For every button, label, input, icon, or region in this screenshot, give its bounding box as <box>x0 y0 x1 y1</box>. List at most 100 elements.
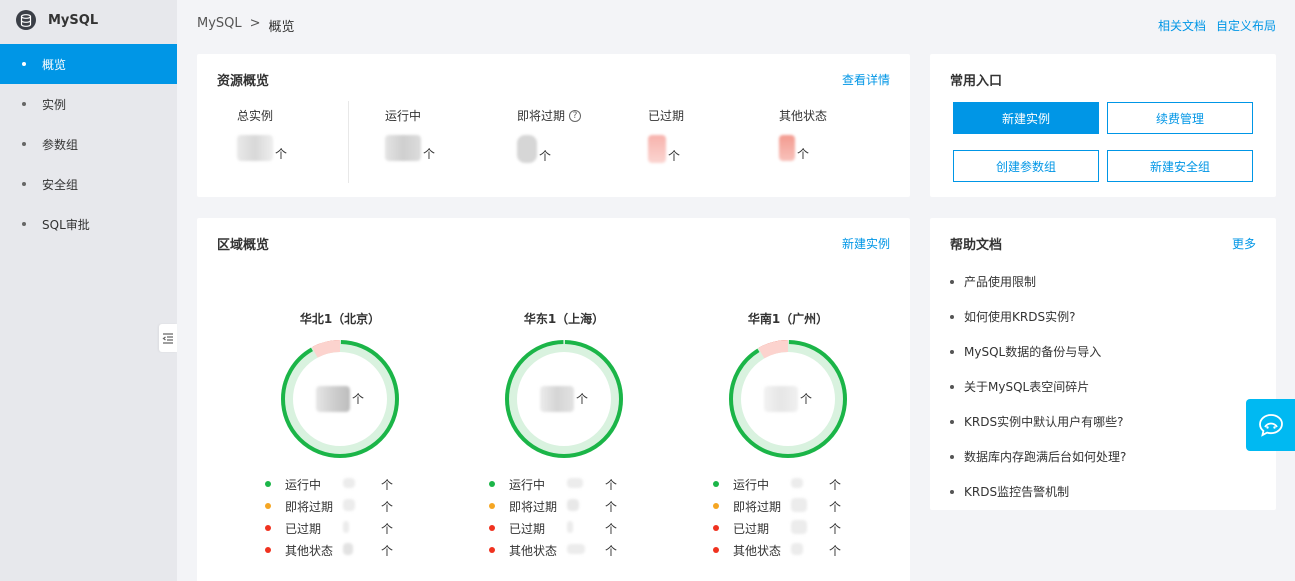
status-dot-icon <box>713 481 719 487</box>
redacted-value <box>791 497 807 512</box>
redacted-value <box>567 498 579 511</box>
status-dot-icon <box>489 481 495 487</box>
bullet-icon <box>950 349 954 354</box>
redacted-value <box>343 478 355 488</box>
help-doc-label: KRDS实例中默认用户有哪些? <box>964 415 1124 429</box>
create-instance-button[interactable]: 新建实例 <box>953 102 1099 134</box>
breadcrumb-root[interactable]: MySQL <box>197 16 242 35</box>
help-doc-item[interactable]: 数据库内存跑满后台如何处理? <box>950 439 1126 474</box>
region-guangzhou: 华南1（广州） 个 运行中个 即将过期个 已过期个 其他状态个 <box>713 310 863 561</box>
sidebar-item-instances[interactable]: 实例 <box>0 84 177 124</box>
card-title: 资源概览 <box>217 74 270 89</box>
status-dot-icon <box>713 503 719 509</box>
bullet-icon <box>22 62 26 66</box>
help-doc-list: 产品使用限制 如何使用KRDS实例? MySQL数据的备份与导入 关于MySQL… <box>950 264 1126 509</box>
sidebar-item-overview[interactable]: 概览 <box>0 44 177 84</box>
chat-bubble-icon <box>1258 414 1283 437</box>
help-doc-item[interactable]: KRDS实例中默认用户有哪些? <box>950 404 1126 439</box>
stat-expiring: 即将过期 ? 个 <box>517 107 582 163</box>
legend-value <box>791 497 829 515</box>
help-docs-card: 帮助文档 更多 产品使用限制 如何使用KRDS实例? MySQL数据的备份与导入… <box>930 218 1276 510</box>
legend-label: 即将过期 <box>509 499 558 514</box>
breadcrumb-separator: > <box>249 16 261 31</box>
status-dot-icon <box>265 525 271 531</box>
legend-other: 其他状态 个 <box>265 539 415 561</box>
stat-unit: 个 <box>423 147 436 161</box>
legend-label: 运行中 <box>285 477 322 492</box>
status-dot-icon <box>489 525 495 531</box>
sidebar-title: MySQL <box>48 12 99 28</box>
stat-unit: 个 <box>797 147 810 161</box>
stat-value: 个 <box>648 135 684 163</box>
legend-label: 即将过期 <box>733 499 782 514</box>
legend-expired: 已过期 个 <box>713 517 863 539</box>
legend-value <box>343 542 381 558</box>
redacted-value <box>791 542 803 555</box>
help-doc-item[interactable]: KRDS监控告警机制 <box>950 474 1126 509</box>
collapse-icon <box>162 333 173 344</box>
redacted-value <box>315 386 350 412</box>
more-docs-link[interactable]: 更多 <box>1232 235 1256 252</box>
sidebar-item-security-groups[interactable]: 安全组 <box>0 164 177 204</box>
region-overview-card: 区域概览 新建实例 华北1（北京） 个 运行中个 即将过期个 已过期个 其他状态… <box>197 218 910 581</box>
bullet-icon <box>950 454 954 459</box>
ring-center-value: 个 <box>280 339 400 459</box>
help-doc-item[interactable]: MySQL数据的备份与导入 <box>950 334 1126 369</box>
status-dot-icon <box>489 503 495 509</box>
legend-unit: 个 <box>381 543 394 558</box>
redacted-value <box>763 386 798 412</box>
ring-unit: 个 <box>799 392 812 406</box>
redacted-value <box>517 135 537 163</box>
help-doc-item[interactable]: 关于MySQL表空间碎片 <box>950 369 1126 404</box>
renewal-management-button[interactable]: 续费管理 <box>1107 102 1253 134</box>
bullet-icon <box>22 222 26 226</box>
view-details-link[interactable]: 查看详情 <box>842 71 890 88</box>
redacted-value <box>539 386 574 412</box>
sidebar-item-label: 参数组 <box>42 137 79 152</box>
region-legend: 运行中个 即将过期个 已过期个 其他状态个 <box>265 473 415 561</box>
create-parameter-group-button[interactable]: 创建参数组 <box>953 150 1099 182</box>
create-security-group-button[interactable]: 新建安全组 <box>1107 150 1253 182</box>
bullet-icon <box>950 314 954 319</box>
legend-value <box>343 520 381 536</box>
legend-expiring: 即将过期 个 <box>713 495 863 517</box>
redacted-value <box>779 135 795 161</box>
legend-other: 其他状态 个 <box>489 539 639 561</box>
related-docs-link[interactable]: 相关文档 <box>1158 17 1206 34</box>
card-title: 区域概览 <box>217 238 270 253</box>
help-doc-item[interactable]: 如何使用KRDS实例? <box>950 299 1126 334</box>
redacted-value <box>343 520 349 533</box>
sidebar-item-parameter-groups[interactable]: 参数组 <box>0 124 177 164</box>
breadcrumb: MySQL > 概览 <box>197 16 295 35</box>
sidebar-item-label: SQL审批 <box>42 217 90 232</box>
region-create-instance-link[interactable]: 新建实例 <box>842 235 890 252</box>
legend-unit: 个 <box>829 499 842 514</box>
resource-overview-card: 资源概览 查看详情 总实例 个 运行中 个 即将过期 ? 个 已过期 个 其他状… <box>197 54 910 197</box>
ring-center-value: 个 <box>728 339 848 459</box>
customer-service-button[interactable] <box>1246 399 1295 451</box>
legend-expiring: 即将过期 个 <box>265 495 415 517</box>
stat-label: 已过期 <box>648 109 685 123</box>
sidebar-collapse-button[interactable] <box>159 324 177 352</box>
custom-layout-link[interactable]: 自定义布局 <box>1216 17 1276 34</box>
stat-running: 运行中 个 <box>385 107 435 161</box>
sidebar-item-sql-approval[interactable]: SQL审批 <box>0 204 177 244</box>
stat-unit: 个 <box>275 147 288 161</box>
breadcrumb-current: 概览 <box>268 20 295 35</box>
legend-value <box>567 520 605 536</box>
legend-other: 其他状态 个 <box>713 539 863 561</box>
legend-unit: 个 <box>605 521 618 536</box>
stat-unit: 个 <box>668 149 681 163</box>
help-doc-label: 关于MySQL表空间碎片 <box>964 380 1090 394</box>
question-icon[interactable]: ? <box>569 109 582 122</box>
help-doc-item[interactable]: 产品使用限制 <box>950 264 1126 299</box>
legend-expiring: 即将过期 个 <box>489 495 639 517</box>
bullet-icon <box>22 102 26 106</box>
sidebar-item-label: 实例 <box>42 97 67 112</box>
status-dot-icon <box>489 547 495 553</box>
bullet-icon <box>950 489 954 494</box>
help-doc-label: 数据库内存跑满后台如何处理? <box>964 450 1127 464</box>
bullet-icon <box>22 182 26 186</box>
ring-unit: 个 <box>351 392 364 406</box>
region-ring-chart: 个 <box>728 339 848 459</box>
